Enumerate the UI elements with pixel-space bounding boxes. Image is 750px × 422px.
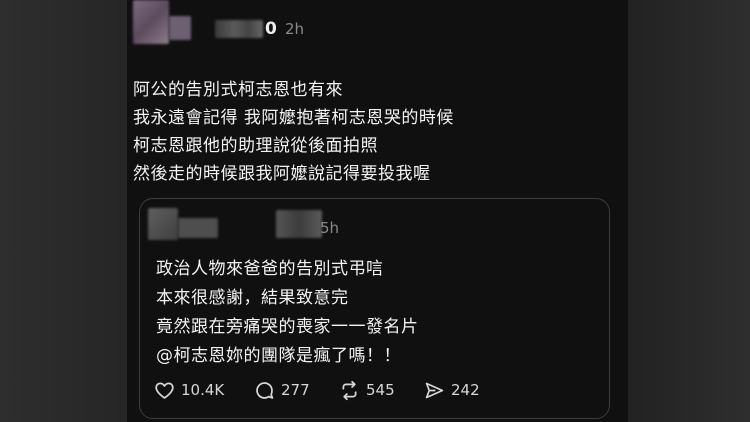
author-avatar-blurred[interactable]	[133, 0, 169, 44]
repost-icon	[342, 380, 357, 400]
quoted-name-blurred	[178, 218, 218, 238]
share-count: 242	[451, 381, 480, 399]
like-button[interactable]: 10.4K	[154, 379, 224, 401]
post-text: 阿公的告別式柯志恩也有來 我永遠會記得 我阿嬤抱著柯志恩哭的時候 柯志恩跟他的助…	[133, 76, 613, 188]
quoted-author-row	[148, 206, 348, 242]
author-name-blurred-tail	[215, 20, 263, 38]
thread-post: 0 2h 阿公的告別式柯志恩也有來 我永遠會記得 我阿嬤抱著柯志恩哭的時候 柯志…	[127, 0, 628, 422]
reply-button[interactable]: 277	[254, 379, 310, 401]
quoted-timestamp: 5h	[320, 219, 340, 237]
post-line: 柯志恩跟他的助理說從後面拍照	[133, 136, 378, 156]
quoted-avatar-blurred[interactable]	[148, 208, 178, 240]
author-name-visible[interactable]: 0	[265, 19, 277, 39]
quoted-post-card[interactable]: 5h 政治人物來爸爸的告別式弔唁 本來很感謝，結果致意完 竟然跟在旁痛哭的喪家一…	[139, 198, 610, 419]
quoted-line: @柯志恩妳的團隊是瘋了嗎！！	[156, 346, 401, 366]
quoted-line: 政治人物來爸爸的告別式弔唁	[156, 259, 384, 279]
reply-count: 277	[281, 381, 310, 399]
repost-button[interactable]: 545	[339, 379, 395, 401]
share-icon	[425, 382, 444, 398]
action-bar: 10.4K 277 545 242	[154, 379, 594, 401]
post-line: 阿公的告別式柯志恩也有來	[133, 80, 343, 100]
comment-icon	[256, 381, 274, 399]
share-button[interactable]: 242	[424, 379, 480, 401]
heart-icon	[155, 381, 174, 399]
repost-count: 545	[366, 381, 395, 399]
right-backdrop	[628, 0, 750, 422]
post-line: 我永遠會記得 我阿嬤抱著柯志恩哭的時候	[133, 108, 454, 128]
post-author-row: 0 2h	[131, 0, 431, 46]
quoted-line: 本來很感謝，結果致意完	[156, 288, 349, 308]
post-line: 然後走的時候跟我阿嬤說記得要投我喔	[133, 164, 431, 184]
post-timestamp: 2h	[285, 20, 305, 38]
left-backdrop	[0, 0, 127, 422]
quoted-name-blurred-tail	[276, 210, 322, 238]
author-name-blurred	[169, 16, 191, 40]
quoted-text: 政治人物來爸爸的告別式弔唁 本來很感謝，結果致意完 竟然跟在旁痛哭的喪家一一發名…	[156, 255, 596, 371]
quoted-line: 竟然跟在旁痛哭的喪家一一發名片	[156, 317, 419, 337]
like-count: 10.4K	[181, 381, 225, 399]
